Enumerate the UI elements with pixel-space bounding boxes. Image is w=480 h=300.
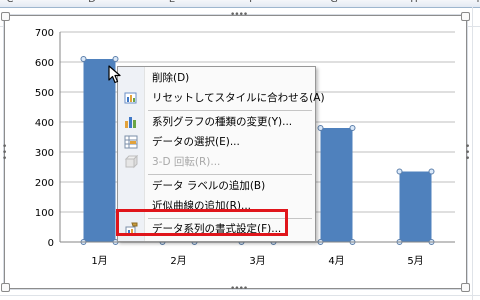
bar-selection-handle [112,56,119,62]
x-category-label: 3月 [249,255,265,267]
x-category-label: 2月 [170,255,186,267]
menu-item-3d-rotation[interactable]: 3-D 回転(R)... [118,152,315,172]
y-tick-label: 300 [35,148,54,159]
bar-selection-handle [317,125,324,131]
highlight-annotation-box [116,209,288,236]
y-tick-label: 200 [35,178,54,189]
select-data-icon [124,135,138,149]
x-category-label: 4月 [328,255,344,267]
x-category-label: 5月 [407,255,423,267]
bar-selection-handle [80,56,87,62]
y-tick-label: 400 [35,118,54,129]
bar-selection-handle [349,125,356,131]
bar[interactable] [320,128,353,242]
menu-item-label: 削除(D) [152,72,190,84]
menu-item-label: 3-D 回転(R)... [152,156,221,168]
rotation-3d-icon [124,155,138,169]
bar[interactable] [83,59,116,242]
menu-item-label: 系列グラフの種類の変更(Y)... [152,116,293,128]
y-tick-label: 500 [35,88,54,99]
chart-type-icon [125,117,136,128]
menu-item-label: データの選択(E)... [152,136,240,148]
y-tick-label: 600 [35,58,54,69]
menu-item-select-data[interactable]: データの選択(E)... [118,132,315,152]
menu-item-reset-style[interactable]: リセットしてスタイルに合わせる(A) [118,88,325,108]
bar-selection-handle [428,168,435,175]
x-category-label: 1月 [91,255,107,267]
menu-item-label: リセットしてスタイルに合わせる(A) [152,92,325,104]
menu-item-change-chart-type[interactable]: 系列グラフの種類の変更(Y)... [118,112,315,132]
menu-separator [148,110,312,111]
bar-selection-handle [396,168,403,175]
menu-separator [148,174,312,175]
menu-item-delete[interactable]: 削除(D) [118,68,315,88]
menu-item-label: データ ラベルの追加(B) [152,180,266,192]
y-tick-label: 100 [35,208,54,219]
menu-item-add-data-labels[interactable]: データ ラベルの追加(B) [118,176,315,196]
y-tick-label: 0 [48,238,54,249]
mouse-cursor-icon [108,65,121,84]
bar[interactable] [399,171,432,243]
reset-style-icon [124,92,137,104]
y-tick-label: 700 [35,28,54,39]
